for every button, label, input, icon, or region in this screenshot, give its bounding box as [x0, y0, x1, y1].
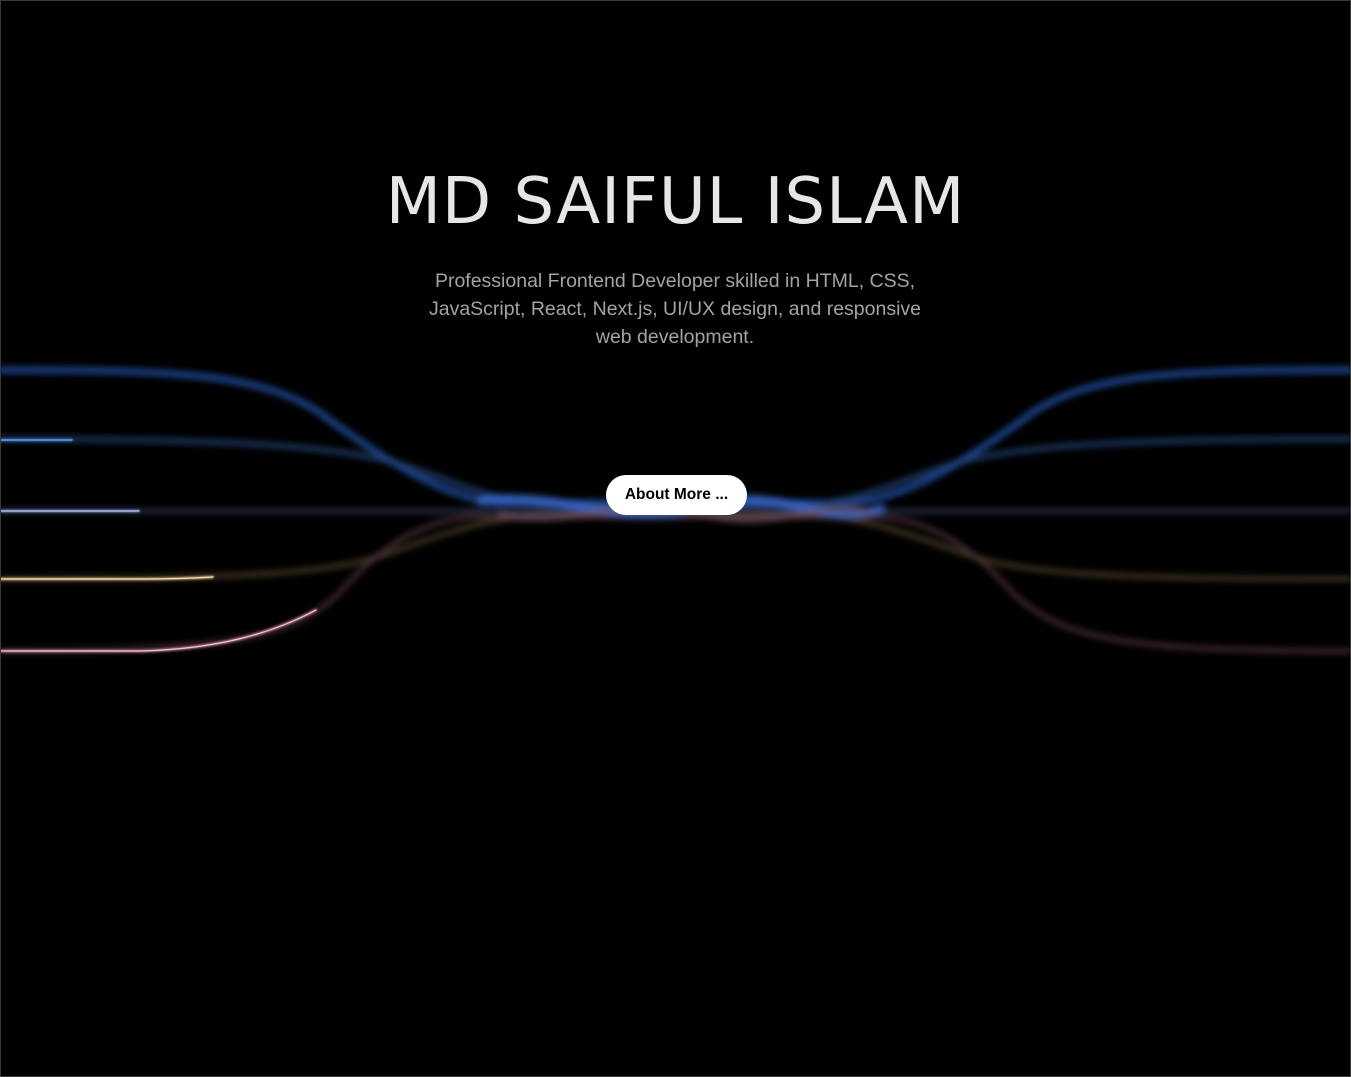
- hero-subtitle: Professional Frontend Developer skilled …: [428, 270, 922, 348]
- beam-4: [1, 512, 1350, 582]
- about-more-button[interactable]: About More ...: [606, 475, 747, 515]
- hero-section: MD SAIFUL ISLAM Professional Frontend De…: [0, 0, 1351, 1077]
- hero-title: MD SAIFUL ISLAM: [385, 165, 966, 239]
- beam-5: [1, 514, 1350, 654]
